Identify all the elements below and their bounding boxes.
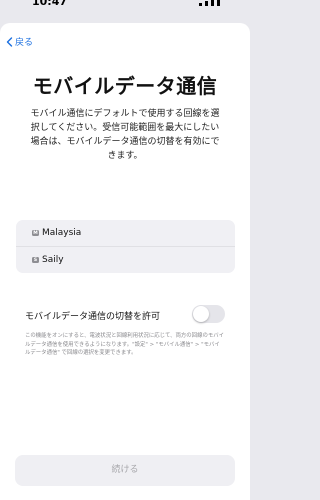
data-switching-label: モバイルデータ通信の切替を許可 — [25, 312, 161, 322]
status-bar: 10:47 — [0, 0, 250, 16]
sim-badge-icon: M — [32, 230, 39, 236]
setup-sheet: 戻る モバイルデータ通信 モバイル通信にデフォルトで使用する回線を選択してくださ… — [0, 23, 250, 500]
toggle-knob — [193, 306, 209, 322]
chevron-left-icon — [6, 36, 13, 47]
signal-icon — [199, 0, 220, 6]
back-label: 戻る — [15, 38, 34, 48]
line-option-label: Malaysia — [42, 228, 82, 238]
back-button[interactable]: 戻る — [6, 35, 33, 48]
page-title: モバイルデータ通信 — [32, 74, 218, 98]
sim-badge-icon: S — [32, 257, 39, 263]
status-time: 10:47 — [32, 0, 68, 8]
line-option-label: Saily — [42, 255, 64, 265]
continue-button[interactable]: 続ける — [15, 455, 235, 486]
line-option-saily[interactable]: S Saily — [16, 246, 235, 273]
data-switching-footnote: この機能をオンにすると、電波状況と回線利用状況に応じて、両方の回線のモバイルデー… — [25, 333, 225, 357]
line-list: M Malaysia S Saily — [16, 220, 235, 273]
page-description: モバイル通信にデフォルトで使用する回線を選択してください。受信可能範囲を最大にし… — [30, 109, 220, 161]
line-option-malaysia[interactable]: M Malaysia — [16, 220, 235, 246]
data-switching-toggle[interactable] — [192, 305, 225, 323]
